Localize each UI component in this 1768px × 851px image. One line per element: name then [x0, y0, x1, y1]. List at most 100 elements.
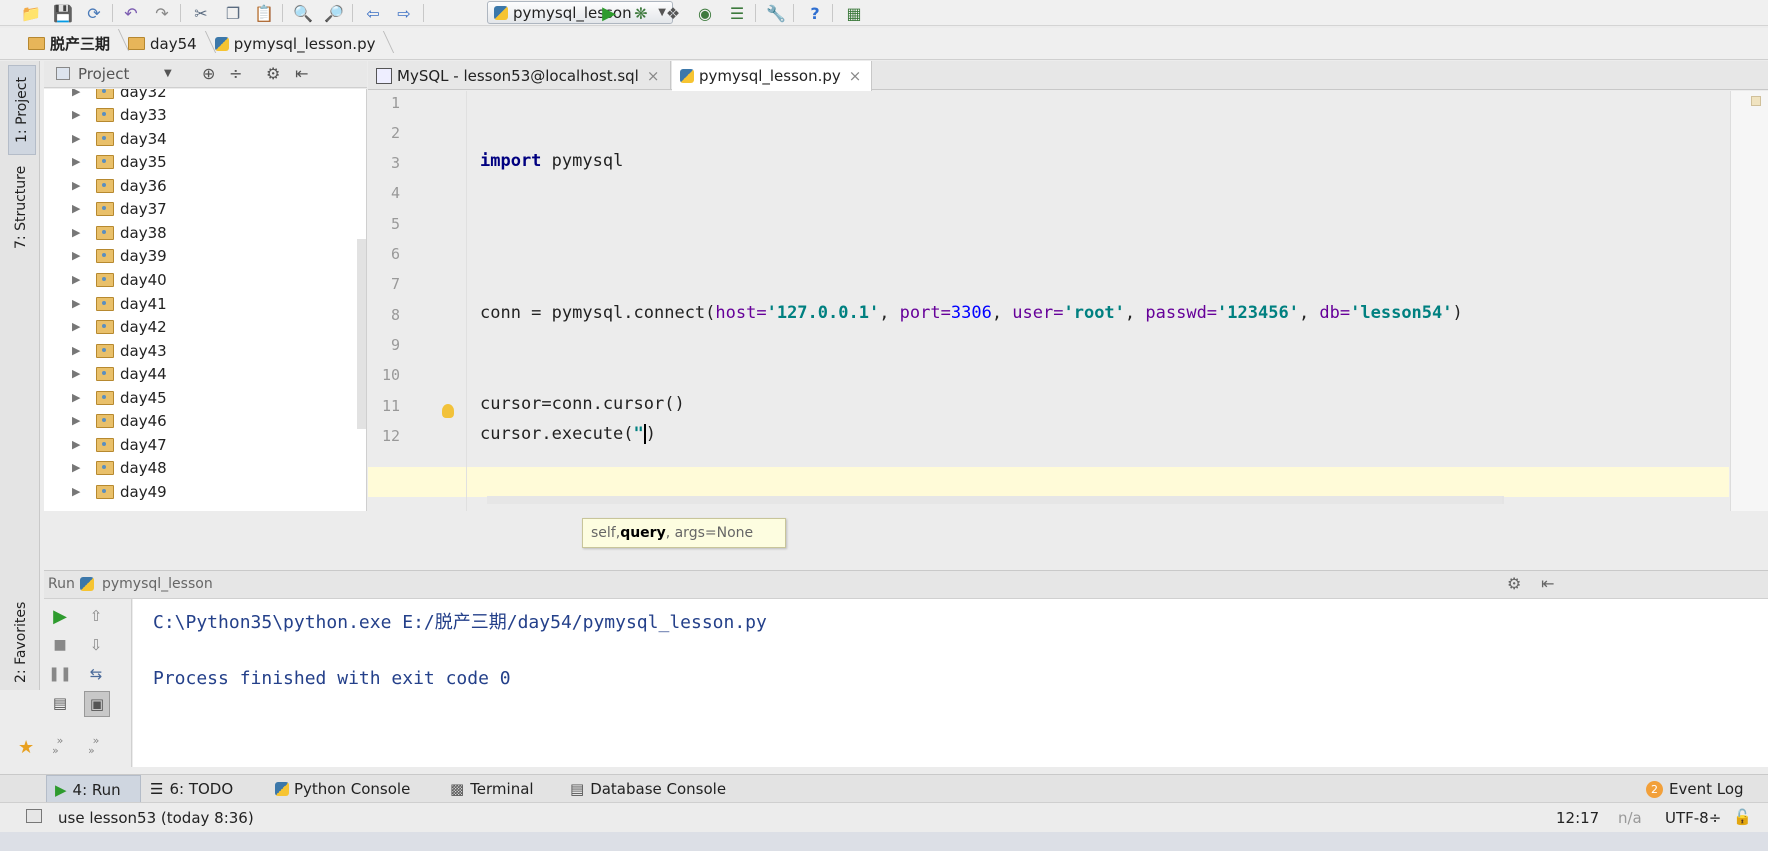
undo-icon[interactable]: ↶ — [120, 2, 142, 24]
rerun-icon[interactable]: ▶ — [48, 604, 72, 628]
open-icon[interactable]: 📁 — [20, 2, 42, 24]
hide-icon[interactable]: ⇤ — [295, 64, 308, 83]
restore-layout-icon[interactable]: ▤ — [48, 691, 72, 715]
expand-arrow-icon[interactable]: ▶ — [72, 89, 86, 98]
tree-item[interactable]: ▶ day43 — [44, 339, 167, 362]
chevron-down-icon[interactable]: ▼ — [164, 68, 172, 79]
tree-item[interactable]: ▶ day42 — [44, 315, 167, 338]
tree-item[interactable]: ▶ day48 — [44, 456, 167, 479]
tree-item[interactable]: ▶ day40 — [44, 268, 167, 291]
tree-item[interactable]: ▶ day49 — [44, 480, 167, 503]
code-editor[interactable]: import pymysql conn = pymysql.connect(ho… — [467, 91, 1729, 511]
tree-item[interactable]: ▶ day41 — [44, 292, 167, 315]
collapse-icon[interactable]: ÷ — [229, 64, 242, 83]
sync-icon[interactable]: ⟳ — [83, 2, 105, 24]
tab-run[interactable]: ▶ 4: Run — [46, 775, 141, 805]
tab-structure[interactable]: 7: Structure — [8, 161, 34, 253]
stop-icon[interactable]: ■ — [48, 633, 72, 657]
gear-icon[interactable]: ⚙ — [266, 64, 280, 83]
concurrency-icon[interactable]: ☰ — [726, 2, 748, 24]
save-icon[interactable]: 💾 — [52, 2, 74, 24]
tab-mysql-console[interactable]: MySQL - lesson53@localhost.sql × — [368, 61, 671, 90]
back-icon[interactable]: ⇦ — [362, 2, 384, 24]
tree-item[interactable]: ▶ day35 — [44, 150, 167, 173]
tab-project[interactable]: 1: Project — [8, 65, 36, 155]
soft-wrap-icon[interactable]: ⇆ — [84, 662, 108, 686]
lightbulb-icon[interactable] — [442, 404, 454, 418]
more-icon[interactable]: » — [88, 744, 95, 757]
event-log-button[interactable]: 2 Event Log — [1646, 775, 1744, 803]
expand-arrow-icon[interactable]: ▶ — [72, 249, 86, 262]
tree-item[interactable]: ▶ day37 — [44, 197, 167, 220]
breadcrumb-item-day54[interactable]: day54 — [128, 35, 209, 53]
tree-item[interactable]: ▶ day36 — [44, 174, 167, 197]
breadcrumb-item-file[interactable]: pymysql_lesson.py — [214, 35, 388, 53]
expand-arrow-icon[interactable]: ▶ — [72, 320, 86, 333]
expand-arrow-icon[interactable]: ▶ — [72, 414, 86, 427]
gear-icon[interactable]: ⚙ — [1507, 574, 1521, 593]
tree-item[interactable]: ▶ day39 — [44, 244, 167, 267]
tree-item[interactable]: ▶ day32 — [44, 89, 167, 103]
project-panel-title[interactable]: Project — [78, 65, 129, 83]
expand-arrow-icon[interactable]: ▶ — [72, 344, 86, 357]
tab-pymysql-lesson[interactable]: pymysql_lesson.py × — [672, 61, 872, 91]
tree-item[interactable]: ▶ day38 — [44, 221, 167, 244]
inspection-status-icon[interactable] — [1751, 96, 1761, 106]
run-output-console[interactable]: C:\Python35\python.exe E:/脱产三期/day54/pym… — [133, 599, 1768, 767]
expand-arrow-icon[interactable]: ▶ — [72, 461, 86, 474]
tab-python-console[interactable]: Python Console — [275, 775, 410, 803]
locate-icon[interactable]: ⊕ — [202, 64, 215, 83]
lock-icon[interactable]: 🔓 — [1733, 808, 1752, 826]
tree-item[interactable]: ▶ day46 — [44, 409, 167, 432]
expand-arrow-icon[interactable]: ▶ — [72, 391, 86, 404]
tree-item[interactable]: ▶ day47 — [44, 433, 167, 456]
hide-icon[interactable]: ⇤ — [1541, 574, 1554, 593]
more-icon[interactable]: » — [52, 744, 59, 757]
file-encoding[interactable]: UTF-8÷ — [1665, 809, 1721, 827]
close-icon[interactable]: × — [647, 67, 660, 85]
down-arrow-icon[interactable]: ⇩ — [84, 633, 108, 657]
expand-arrow-icon[interactable]: ▶ — [72, 485, 86, 498]
expand-arrow-icon[interactable]: ▶ — [72, 273, 86, 286]
breadcrumb-item-root[interactable]: 脱产三期 — [28, 33, 122, 54]
help-icon[interactable]: ? — [804, 2, 826, 24]
redo-icon[interactable]: ↷ — [151, 2, 173, 24]
expand-arrow-icon[interactable]: ▶ — [72, 202, 86, 215]
debug-icon[interactable]: ❋ — [630, 2, 652, 24]
tab-terminal[interactable]: ▩ Terminal — [450, 775, 534, 803]
expand-arrow-icon[interactable]: ▶ — [72, 438, 86, 451]
copy-icon[interactable]: ❐ — [222, 2, 244, 24]
tab-todo[interactable]: ☰ 6: TODO — [150, 775, 233, 803]
tree-item[interactable]: ▶ day44 — [44, 362, 167, 385]
expand-arrow-icon[interactable]: ▶ — [72, 297, 86, 310]
tab-favorites[interactable]: 2: Favorites — [8, 594, 34, 690]
cut-icon[interactable]: ✂ — [190, 2, 212, 24]
tree-item[interactable]: ▶ day45 — [44, 386, 167, 409]
expand-arrow-icon[interactable]: ▶ — [72, 226, 86, 239]
expand-arrow-icon[interactable]: ▶ — [72, 108, 86, 121]
caret-position[interactable]: 12:17 — [1556, 809, 1599, 827]
tree-scrollbar[interactable] — [357, 239, 366, 429]
up-arrow-icon[interactable]: ⇧ — [84, 604, 108, 628]
settings-icon[interactable]: 🔧 — [765, 2, 787, 24]
editor-hscroll-track[interactable] — [487, 496, 1502, 504]
profile-icon[interactable]: ◉ — [694, 2, 716, 24]
tab-database-console[interactable]: ▤ Database Console — [570, 775, 726, 803]
expand-arrow-icon[interactable]: ▶ — [72, 155, 86, 168]
vcs-icon[interactable]: ▦ — [843, 2, 865, 24]
paste-icon[interactable]: 📋 — [253, 2, 275, 24]
coverage-icon[interactable]: ❖ — [662, 2, 684, 24]
pause-icon[interactable]: ❚❚ — [48, 662, 72, 686]
toggle-tool-windows-icon[interactable] — [26, 809, 42, 823]
run-icon[interactable]: ▶ — [598, 2, 620, 24]
expand-arrow-icon[interactable]: ▶ — [72, 179, 86, 192]
tree-item[interactable]: ▶ day33 — [44, 103, 167, 126]
replace-icon[interactable]: 🔎 — [323, 2, 345, 24]
expand-arrow-icon[interactable]: ▶ — [72, 132, 86, 145]
close-icon[interactable]: × — [849, 67, 862, 85]
tree-item[interactable]: ▶ day34 — [44, 127, 167, 150]
scroll-to-end-icon[interactable]: ▣ — [84, 691, 110, 717]
expand-arrow-icon[interactable]: ▶ — [72, 367, 86, 380]
star-icon[interactable]: ★ — [18, 737, 34, 758]
find-icon[interactable]: 🔍 — [292, 2, 314, 24]
